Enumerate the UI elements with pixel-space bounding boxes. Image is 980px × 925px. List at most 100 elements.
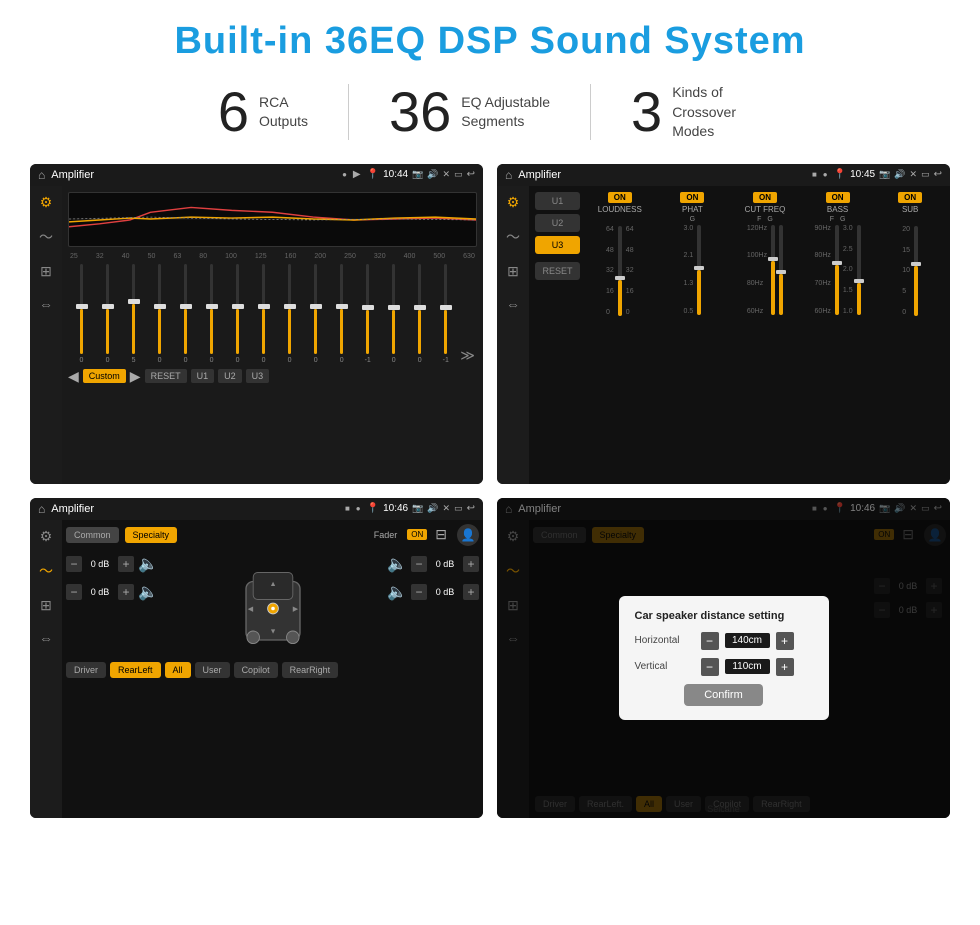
rearleft-btn[interactable]: RearLeft <box>110 662 161 678</box>
avatar-btn[interactable]: 👤 <box>457 524 479 546</box>
dialog-horizontal-plus[interactable]: + <box>776 632 794 650</box>
ch1-plus[interactable]: + <box>118 556 134 572</box>
reset-btn[interactable]: RESET <box>145 369 187 383</box>
loudness-name: LOUDNESS <box>598 205 642 214</box>
ch4-plus[interactable]: + <box>463 584 479 600</box>
crossover-nav-speaker[interactable]: ⊞ <box>507 263 519 280</box>
crossover-nav-wave[interactable]: 〜 <box>506 227 520 247</box>
cutfreq-toggle[interactable]: ON <box>753 192 777 203</box>
home-icon-2[interactable]: ⌂ <box>505 168 512 182</box>
loudness-toggle[interactable]: ON <box>608 192 632 203</box>
ch3-speaker-icon: 🔈 <box>387 554 407 574</box>
ch3-minus[interactable]: − <box>411 556 427 572</box>
freq-630: 630 <box>463 253 475 260</box>
fader-nav-arrows[interactable]: ⇔ <box>39 630 53 646</box>
slider-track-1[interactable] <box>80 264 83 354</box>
sub-toggle[interactable]: ON <box>898 192 922 203</box>
user-btn[interactable]: User <box>195 662 230 678</box>
phat-toggle[interactable]: ON <box>680 192 704 203</box>
ch2-speaker-icon: 🔈 <box>138 582 158 602</box>
rca-number: 6 <box>218 84 249 140</box>
ch1-value: 0 dB <box>86 559 114 569</box>
confirm-button[interactable]: Confirm <box>684 684 763 706</box>
dialog-horizontal-minus[interactable]: − <box>701 632 719 650</box>
x-icon-2[interactable]: ✕ <box>910 169 918 180</box>
freq-25: 25 <box>70 253 78 260</box>
crossover-reset-btn[interactable]: RESET <box>535 262 580 280</box>
ch4-minus[interactable]: − <box>411 584 427 600</box>
eq-bottom-bar: ◀ Custom ▶ RESET U1 U2 U3 <box>68 364 477 385</box>
ch2-plus[interactable]: + <box>118 584 134 600</box>
ch2-minus[interactable]: − <box>66 584 82 600</box>
x-icon-3[interactable]: ✕ <box>443 503 451 514</box>
sub-sliders: 20 15 10 5 0 <box>902 226 918 316</box>
crossover-nav-arrows[interactable]: ⇔ <box>506 296 520 312</box>
phat-name: PHAT <box>682 205 703 214</box>
eq-play[interactable]: ▶ <box>353 169 361 180</box>
crossover-nav-settings[interactable]: ⚙ <box>507 194 520 211</box>
u1-btn[interactable]: U1 <box>191 369 215 383</box>
eq-nav-speaker[interactable]: ⊞ <box>40 263 52 280</box>
fader-nav-speaker[interactable]: ⊞ <box>40 597 52 614</box>
ch3-plus[interactable]: + <box>463 556 479 572</box>
u3-btn[interactable]: U3 <box>246 369 270 383</box>
fader-toggle[interactable]: ON <box>407 529 427 540</box>
cam-icon-3: 📷 <box>412 503 423 514</box>
ch4-speaker-icon: 🔈 <box>387 582 407 602</box>
driver-btn[interactable]: Driver <box>66 662 106 678</box>
fader-nav-wave[interactable]: 〜 <box>39 561 53 581</box>
back-icon-3[interactable]: ↩ <box>467 503 475 514</box>
bass-toggle[interactable]: ON <box>826 192 850 203</box>
fader-side-nav: ⚙ 〜 ⊞ ⇔ <box>30 520 62 818</box>
fader-slider-icon[interactable]: ⊟ <box>435 526 447 543</box>
fader-nav-settings[interactable]: ⚙ <box>40 528 53 545</box>
cutfreq-slider1 <box>771 225 775 315</box>
sub-name: SUB <box>902 205 918 214</box>
back-icon-2[interactable]: ↩ <box>934 169 942 180</box>
eq-next-btn[interactable]: ▶ <box>130 368 141 385</box>
slider-col-1: 0 <box>70 264 93 364</box>
pin-icon: 📍 <box>367 169 379 180</box>
freq-125: 125 <box>255 253 267 260</box>
ch1-minus[interactable]: − <box>66 556 82 572</box>
back-icon[interactable]: ↩ <box>467 169 475 180</box>
slider-col-11: 0 <box>330 264 353 364</box>
bass-slider2 <box>857 225 861 315</box>
eq-nav-settings[interactable]: ⚙ <box>40 194 53 211</box>
eq-nav-arrows[interactable]: ⇔ <box>39 296 53 312</box>
u2-btn[interactable]: U2 <box>218 369 242 383</box>
eq-next-icon[interactable]: ≫ <box>460 347 475 364</box>
custom-btn[interactable]: Custom <box>83 369 126 383</box>
slider-col-9: 0 <box>278 264 301 364</box>
phat-sliders: 3.0 2.1 1.3 0.5 <box>684 225 702 315</box>
x-icon[interactable]: ✕ <box>443 169 451 180</box>
eq-time: 10:44 <box>383 169 408 180</box>
preset-u3[interactable]: U3 <box>535 236 580 254</box>
rearright-btn[interactable]: RearRight <box>282 662 339 678</box>
preset-u2[interactable]: U2 <box>535 214 580 232</box>
loudness-sliders: 64 48 32 16 0 <box>606 226 634 316</box>
slider-col-14: 0 <box>408 264 431 364</box>
bass-sliders: 90Hz 80Hz 70Hz 60Hz <box>815 225 861 315</box>
slider-col-13: 0 <box>382 264 405 364</box>
eq-prev-btn[interactable]: ◀ <box>68 368 79 385</box>
freq-32: 32 <box>96 253 104 260</box>
home-icon[interactable]: ⌂ <box>38 168 45 182</box>
ch-row-4: 🔈 − 0 dB + <box>387 582 479 602</box>
home-icon-3[interactable]: ⌂ <box>38 502 45 516</box>
crossover-number: 3 <box>631 84 662 140</box>
stats-row: 6 RCAOutputs 36 EQ AdjustableSegments 3 … <box>30 83 950 142</box>
dialog-vertical-minus[interactable]: − <box>701 658 719 676</box>
all-btn[interactable]: All <box>165 662 191 678</box>
eq-nav-wave[interactable]: 〜 <box>39 227 53 247</box>
ch-row-2: − 0 dB + 🔈 <box>66 582 158 602</box>
copilot-btn[interactable]: Copilot <box>234 662 278 678</box>
dialog-horizontal-value: 140cm <box>725 633 770 648</box>
fader-time: 10:46 <box>383 503 408 514</box>
common-tab[interactable]: Common <box>66 527 119 543</box>
preset-u1[interactable]: U1 <box>535 192 580 210</box>
dialog-vertical-plus[interactable]: + <box>776 658 794 676</box>
specialty-tab[interactable]: Specialty <box>125 527 178 543</box>
freq-100: 100 <box>225 253 237 260</box>
dialog-horizontal-label: Horizontal <box>635 635 695 646</box>
